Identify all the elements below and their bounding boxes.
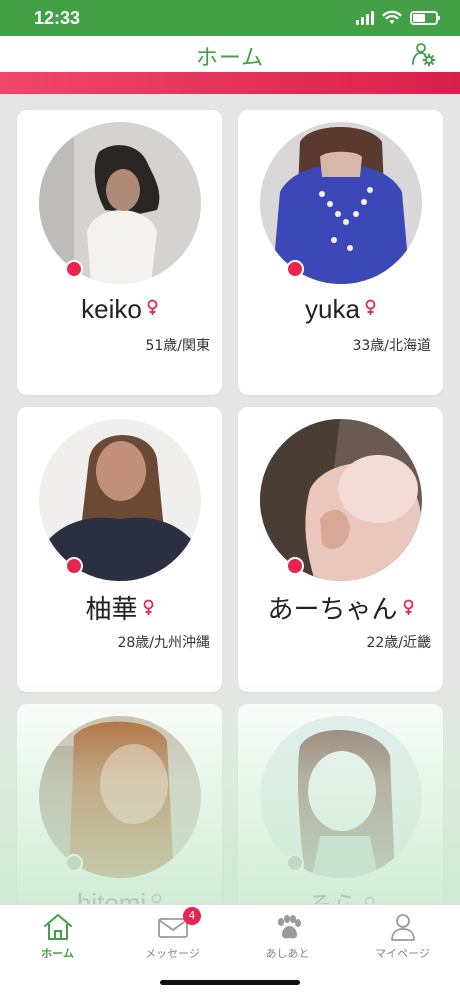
nav-bar: ホーム — [0, 36, 460, 72]
battery-icon — [410, 10, 440, 25]
profile-info: 22歳/近畿 — [366, 635, 431, 651]
profile-info: 33歳/北海道 — [352, 338, 431, 354]
profile-avatar — [260, 716, 422, 878]
online-status-dot — [286, 557, 304, 575]
profile-avatar — [39, 716, 201, 878]
status-time: 12:33 — [34, 8, 81, 28]
female-icon — [143, 592, 154, 623]
tab-label: マイページ — [375, 947, 430, 960]
tab-messages[interactable]: 4 メッセージ — [115, 905, 230, 965]
profile-avatar — [260, 419, 422, 581]
wifi-icon — [382, 10, 402, 24]
home-indicator — [160, 980, 300, 985]
status-icons — [356, 10, 440, 25]
profile-name: hitomi — [17, 886, 222, 904]
female-icon — [147, 292, 158, 323]
home-icon — [41, 911, 75, 943]
status-bar: 12:33 — [0, 0, 460, 36]
profile-info: 28歳/九州沖縄 — [117, 635, 210, 651]
profile-name: keiko — [17, 292, 222, 325]
profile-avatar — [260, 122, 422, 284]
offline-status-dot — [286, 854, 304, 872]
online-status-dot — [65, 557, 83, 575]
header-accent-strip — [0, 72, 460, 94]
tab-label: メッセージ — [145, 947, 200, 960]
page-title: ホーム — [195, 46, 265, 71]
female-icon — [364, 889, 375, 904]
tab-home[interactable]: ホーム — [0, 905, 115, 965]
tab-label: あしあと — [265, 947, 310, 960]
profile-card[interactable]: 柚華 28歳/九州沖縄 — [17, 407, 222, 692]
profile-avatar — [39, 419, 201, 581]
female-icon — [403, 592, 414, 623]
profile-grid-scroll[interactable]: keiko 51歳/関東 yuka 33歳/北海道 柚華 28歳/九州沖縄 あー… — [0, 94, 460, 904]
profile-avatar — [39, 122, 201, 284]
tab-footprints[interactable]: あしあと — [230, 905, 345, 965]
unread-badge: 4 — [183, 907, 201, 925]
tab-mypage[interactable]: マイページ — [345, 905, 460, 965]
settings-button[interactable] — [410, 40, 438, 68]
profile-card[interactable]: そら — [238, 704, 443, 904]
paw-icon — [271, 911, 305, 943]
female-icon — [365, 292, 376, 323]
online-status-dot — [286, 260, 304, 278]
profile-name: あーちゃん — [238, 589, 443, 626]
cellular-signal-icon — [356, 10, 374, 25]
profile-name: そら — [238, 886, 443, 904]
offline-status-dot — [65, 854, 83, 872]
person-icon — [386, 911, 420, 943]
profile-card[interactable]: keiko 51歳/関東 — [17, 110, 222, 395]
profile-card[interactable]: あーちゃん 22歳/近畿 — [238, 407, 443, 692]
profile-card[interactable]: yuka 33歳/北海道 — [238, 110, 443, 395]
profile-name: 柚華 — [17, 589, 222, 626]
online-status-dot — [65, 260, 83, 278]
settings-icon — [412, 43, 436, 67]
tab-label: ホーム — [41, 947, 74, 960]
profile-card[interactable]: hitomi — [17, 704, 222, 904]
profile-info: 51歳/関東 — [145, 338, 210, 354]
female-icon — [151, 886, 162, 904]
profile-name: yuka — [238, 292, 443, 325]
